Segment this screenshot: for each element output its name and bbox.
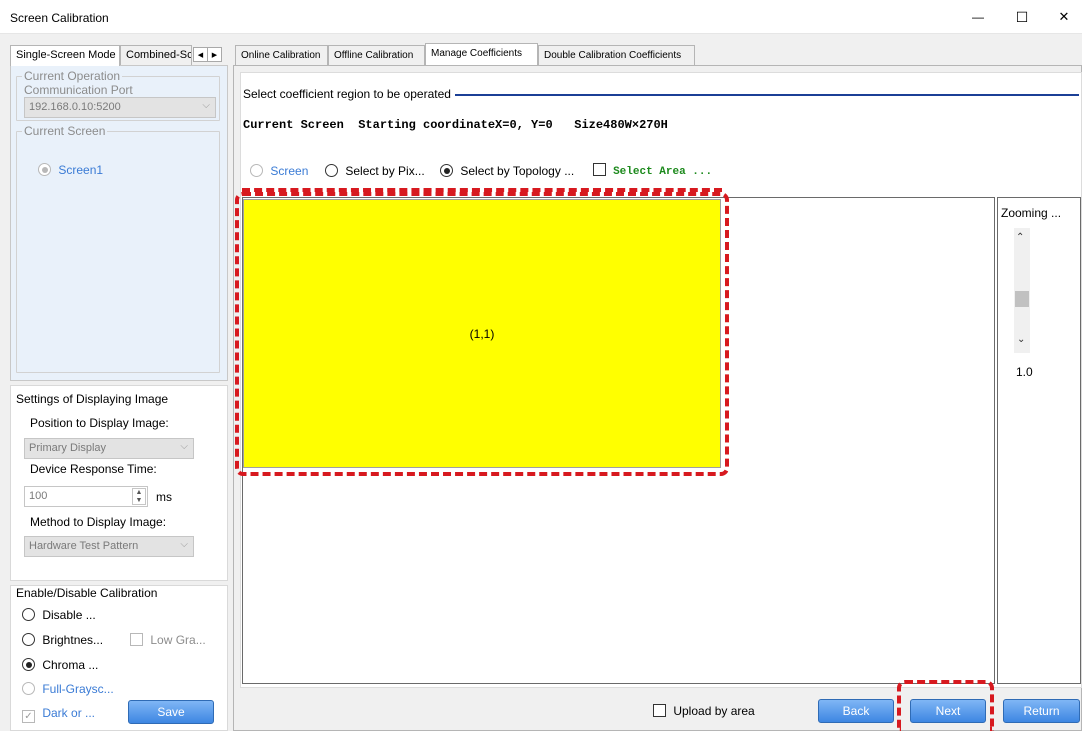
tab-single-screen-mode[interactable]: Single-Screen Mode (10, 45, 120, 66)
checkbox-icon (653, 704, 666, 717)
radio-icon (22, 633, 35, 646)
close-button[interactable]: ✕ (1046, 4, 1082, 30)
tab-scroll-right-button[interactable]: ▶ (207, 47, 222, 62)
select-by-pixel-label: Select by Pix... (345, 164, 425, 178)
back-button[interactable]: Back (818, 699, 894, 723)
tab-scroll-left-button[interactable]: ◀ (193, 47, 208, 62)
position-value: Primary Display (29, 442, 107, 454)
chevron-up-icon[interactable]: ⌃ (1016, 232, 1024, 243)
radio-icon (22, 682, 35, 695)
method-select[interactable]: Hardware Test Pattern ⌵ (24, 536, 194, 557)
current-screen-info: Current Screen Starting coordinateX=0, Y… (243, 118, 668, 132)
close-icon: ✕ (1058, 9, 1070, 24)
response-time-unit: ms (156, 490, 172, 504)
response-time-label: Device Response Time: (30, 462, 157, 476)
screen1-label: Screen1 (58, 163, 104, 177)
maximize-button[interactable]: ☐ (1002, 4, 1042, 30)
zoom-value: 1.0 (1016, 365, 1033, 379)
dark-or-checkbox[interactable]: ✓ Dark or ... (22, 706, 95, 723)
screen-radio-label: Screen (270, 164, 309, 178)
chroma-label: Chroma ... (42, 658, 99, 672)
checkbox-icon (130, 633, 143, 646)
display-settings-label: Settings of Displaying Image (16, 392, 169, 406)
minimize-button[interactable]: — (958, 4, 998, 30)
method-label: Method to Display Image: (30, 515, 167, 529)
communication-port-value: 192.168.0.10:5200 (29, 101, 121, 113)
current-screen-label: Current Screen (22, 124, 108, 138)
low-gray-checkbox[interactable]: Low Gra... (130, 633, 206, 647)
chevron-down-icon: ⌵ (202, 100, 210, 111)
screen-radio[interactable]: Screen (250, 164, 308, 178)
upload-by-area-label: Upload by area (673, 704, 755, 718)
radio-icon (440, 164, 453, 177)
chevron-down-icon: ⌵ (180, 539, 188, 550)
minimize-icon: — (972, 10, 984, 24)
radio-icon (250, 164, 263, 177)
zoom-panel (997, 197, 1081, 684)
tab-manage-coefficients[interactable]: Manage Coefficients (425, 43, 538, 65)
maximize-icon: ☐ (1015, 8, 1029, 25)
window-title: Screen Calibration (10, 11, 109, 25)
position-label: Position to Display Image: (30, 416, 169, 430)
full-grayscale-label: Full-Graysc... (42, 682, 114, 696)
radio-icon (325, 164, 338, 177)
spinner-icon[interactable]: ▲ ▼ (132, 488, 146, 505)
current-operation-label: Current Operation (22, 69, 123, 83)
checkbox-icon: ✓ (22, 710, 35, 723)
disable-label: Disable ... (42, 608, 96, 622)
title-bar: Screen Calibration — ☐ ✕ (0, 0, 1082, 34)
communication-port-select[interactable]: 192.168.0.10:5200 ⌵ (24, 97, 216, 118)
tab-double-calibration-coefficients[interactable]: Double Calibration Coefficients (538, 45, 695, 65)
low-gray-label: Low Gra... (150, 633, 206, 647)
response-time-value: 100 (29, 490, 48, 502)
upload-by-area-checkbox[interactable]: Upload by area (653, 704, 755, 718)
zoom-scroll-thumb[interactable] (1015, 291, 1029, 307)
chevron-down-icon[interactable]: ⌄ (1017, 334, 1025, 345)
arrow-left-icon: ◀ (197, 51, 204, 59)
save-button[interactable]: Save (128, 700, 214, 724)
radio-icon (22, 658, 35, 671)
tab-online-calibration[interactable]: Online Calibration (235, 45, 328, 65)
method-value: Hardware Test Pattern (29, 540, 139, 552)
radio-icon (38, 163, 51, 176)
select-area-label: Select Area ... (613, 166, 713, 178)
annotation-highlight-cell (235, 192, 729, 476)
screen1-radio[interactable]: Screen1 (38, 163, 103, 177)
radio-icon (22, 608, 35, 621)
zoom-label: Zooming ... (1001, 206, 1062, 220)
chroma-radio[interactable]: Chroma ... (22, 658, 98, 672)
annotation-highlight-next (897, 680, 994, 731)
select-by-topology-radio[interactable]: Select by Topology ... (440, 164, 574, 178)
full-grayscale-radio[interactable]: Full-Graysc... (22, 682, 114, 696)
select-by-pixel-radio[interactable]: Select by Pix... (325, 164, 425, 178)
brightness-radio[interactable]: Brightnes... (22, 633, 103, 647)
disable-radio[interactable]: Disable ... (22, 608, 96, 622)
select-by-topology-label: Select by Topology ... (460, 164, 575, 178)
region-header: Select coefficient region to be operated (243, 87, 455, 101)
brightness-label: Brightnes... (42, 633, 104, 647)
tab-offline-calibration[interactable]: Offline Calibration (328, 45, 425, 65)
response-time-input[interactable]: 100 ▲ ▼ (24, 486, 148, 507)
return-button[interactable]: Return (1003, 699, 1080, 723)
checkbox-icon (593, 163, 606, 176)
calibration-label: Enable/Disable Calibration (16, 586, 158, 600)
arrow-right-icon: ▶ (211, 51, 218, 59)
position-select[interactable]: Primary Display ⌵ (24, 438, 194, 459)
chevron-down-icon: ⌵ (180, 441, 188, 452)
dark-or-label: Dark or ... (42, 706, 96, 720)
tab-combined-screen[interactable]: Combined-Sc (120, 45, 192, 65)
communication-port-label: Communication Port (24, 83, 133, 97)
select-area-checkbox[interactable]: Select Area ... (593, 163, 712, 178)
